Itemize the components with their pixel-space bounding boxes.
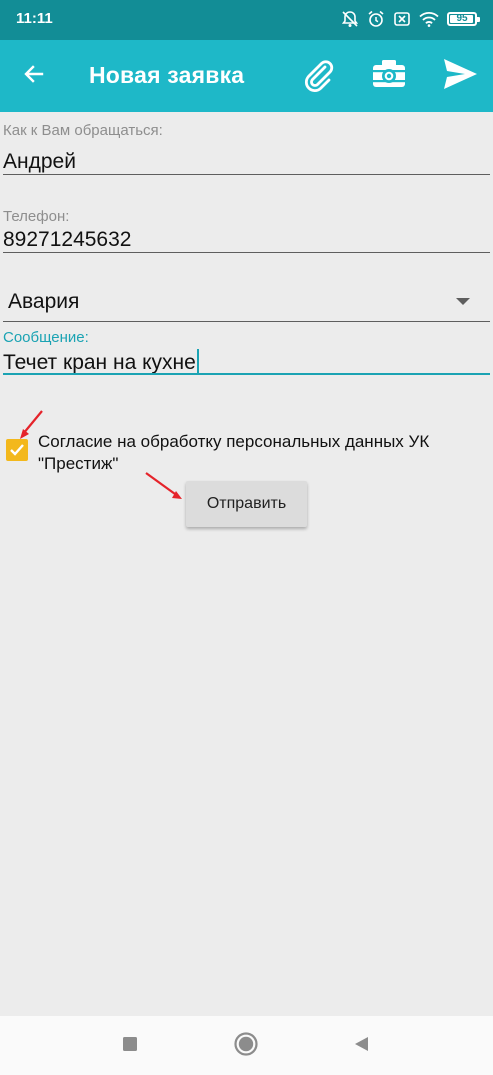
status-time: 11:11 <box>16 10 53 27</box>
alarm-icon <box>367 10 385 28</box>
send-toolbar-button[interactable] <box>436 52 484 100</box>
back-icon <box>352 1035 370 1058</box>
home-button[interactable] <box>232 1031 260 1062</box>
paperclip-icon <box>299 55 337 98</box>
home-icon <box>233 1031 259 1062</box>
attach-button[interactable] <box>294 52 342 100</box>
status-bar: 11:11 95 <box>0 0 493 40</box>
category-underline <box>3 321 490 322</box>
name-input[interactable]: Андрей <box>3 150 76 174</box>
status-icons: 95 <box>341 8 480 30</box>
battery-icon: 95 <box>447 12 480 26</box>
submit-button[interactable]: Отправить <box>186 481 307 527</box>
name-underline <box>3 174 490 175</box>
battery-level: 95 <box>456 13 468 24</box>
phone-underline <box>3 252 490 253</box>
message-text: Течет кран на кухне <box>3 351 196 374</box>
checkmark-icon <box>10 444 24 456</box>
camera-button[interactable] <box>365 52 413 100</box>
message-underline <box>3 373 490 375</box>
battery-tip <box>477 17 480 22</box>
recent-apps-button[interactable] <box>116 1032 144 1060</box>
wifi-icon <box>419 11 439 27</box>
phone-input[interactable]: 89271245632 <box>3 228 131 252</box>
back-arrow-icon <box>22 62 46 91</box>
back-button[interactable] <box>10 52 58 100</box>
submit-label: Отправить <box>206 495 287 512</box>
text-cursor <box>196 349 199 373</box>
annotation-arrow-checkbox <box>20 410 43 439</box>
message-label: Сообщение: <box>3 329 89 346</box>
message-input[interactable]: Течет кран на кухне <box>3 349 199 375</box>
camera-icon <box>369 54 409 99</box>
dropdown-arrow-icon <box>456 298 470 305</box>
annotation-arrow-submit <box>145 472 182 499</box>
consent-label: Согласие на обработку персональных данны… <box>38 432 430 473</box>
send-icon <box>441 55 479 98</box>
notifications-muted-icon <box>341 10 359 28</box>
recent-apps-icon <box>122 1036 138 1057</box>
system-nav-bar <box>0 1016 493 1075</box>
phone-label: Телефон: <box>3 208 70 225</box>
page-title: Новая заявка <box>89 62 245 88</box>
sim-off-icon <box>393 10 411 28</box>
name-label: Как к Вам обращаться: <box>3 122 163 139</box>
app-toolbar: Новая заявка <box>0 40 493 112</box>
nav-back-button[interactable] <box>347 1032 375 1060</box>
category-selected: Авария <box>8 290 80 313</box>
